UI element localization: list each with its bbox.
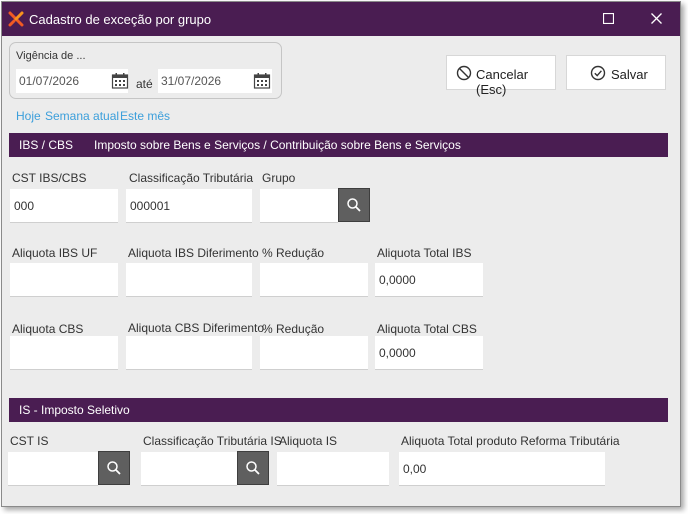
aliquota-total-cbs-input[interactable]: 0,0000 <box>375 336 483 370</box>
close-icon <box>650 13 662 24</box>
aliquota-ibs-diferimento-label: Aliquota IBS Diferimento <box>128 246 259 260</box>
aliquota-cbs-diferimento-label: Aliquota CBS Diferimento <box>128 321 265 335</box>
aliquota-total-produto-input[interactable]: 0,00 <box>399 452 605 486</box>
search-icon <box>107 461 121 475</box>
is-title: IS - Imposto Seletivo <box>19 403 130 417</box>
cst-is-input[interactable] <box>8 452 98 486</box>
cst-ibs-cbs-input[interactable]: 000 <box>10 189 118 223</box>
cst-is-search-button[interactable] <box>98 451 130 485</box>
orange-x-logo-icon <box>8 11 24 27</box>
aliquota-is-label: Aliquota IS <box>279 434 338 448</box>
maximize-icon <box>602 13 614 24</box>
window-title: Cadastro de exceção por grupo <box>29 12 212 27</box>
aliquota-is-input[interactable] <box>277 452 389 486</box>
ibs-cbs-code: IBS / CBS <box>19 138 74 152</box>
classificacao-tributaria-label: Classificação Tributária <box>129 171 254 185</box>
grupo-label: Grupo <box>262 171 296 185</box>
title-bar: Cadastro de exceção por grupo <box>2 2 680 36</box>
search-icon <box>246 461 260 475</box>
cancel-button[interactable]: Cancelar (Esc) <box>446 55 556 97</box>
aliquota-ibs-uf-label: Aliquota IBS UF <box>12 246 98 260</box>
is-section-header: IS - Imposto Seletivo <box>9 398 668 422</box>
search-icon <box>347 198 361 212</box>
grupo-search-button[interactable] <box>338 188 370 222</box>
grupo-input[interactable] <box>260 189 338 223</box>
aliquota-cbs-label: Aliquota CBS <box>12 322 84 336</box>
cancel-button-label: Cancelar (Esc) <box>476 67 529 97</box>
classificacao-tributaria-is-input[interactable] <box>141 452 237 486</box>
ibs-cbs-section-header: IBS / CBS Imposto sobre Bens e Serviços … <box>9 133 668 157</box>
vigencia-label: Vigência de ... <box>16 50 86 62</box>
cancel-circle-icon <box>456 65 472 81</box>
aliquota-cbs-diferimento-input[interactable] <box>126 336 252 370</box>
classificacao-tributaria-input[interactable]: 000001 <box>126 189 252 223</box>
aliquota-ibs-uf-input[interactable] <box>10 263 118 297</box>
maximize-button[interactable] <box>594 7 622 31</box>
aliquota-cbs-input[interactable] <box>10 336 118 370</box>
aliquota-total-ibs-label: Aliquota Total IBS <box>377 246 472 260</box>
save-button[interactable]: Salvar <box>566 55 666 90</box>
link-este-mes[interactable]: Este mês <box>120 109 170 123</box>
aliquota-ibs-diferimento-input[interactable] <box>126 263 252 297</box>
reducao-cbs-label: % Redução <box>262 322 325 336</box>
link-hoje[interactable]: Hoje <box>16 109 41 123</box>
check-circle-icon <box>590 65 606 81</box>
close-button[interactable] <box>642 7 670 31</box>
aliquota-total-produto-label: Aliquota Total produto Reforma Tributári… <box>401 434 620 448</box>
classificacao-tributaria-is-label: Classificação Tributária IS <box>143 434 282 448</box>
calendar-icon[interactable] <box>253 72 271 90</box>
aliquota-total-ibs-input[interactable]: 0,0000 <box>375 263 483 297</box>
reducao-ibs-label: % Redução <box>262 246 325 260</box>
reducao-cbs-input[interactable] <box>260 336 368 370</box>
classificacao-is-search-button[interactable] <box>237 451 269 485</box>
cst-is-label: CST IS <box>10 434 49 448</box>
reducao-ibs-input[interactable] <box>260 263 368 297</box>
date-separator: até <box>136 77 153 91</box>
calendar-icon[interactable] <box>111 72 129 90</box>
link-semana-atual[interactable]: Semana atual <box>45 109 119 123</box>
cst-ibs-cbs-label: CST IBS/CBS <box>12 171 87 185</box>
ibs-cbs-title: Imposto sobre Bens e Serviços / Contribu… <box>94 138 461 152</box>
aliquota-total-cbs-label: Aliquota Total CBS <box>377 322 477 336</box>
save-button-label: Salvar <box>611 67 648 82</box>
